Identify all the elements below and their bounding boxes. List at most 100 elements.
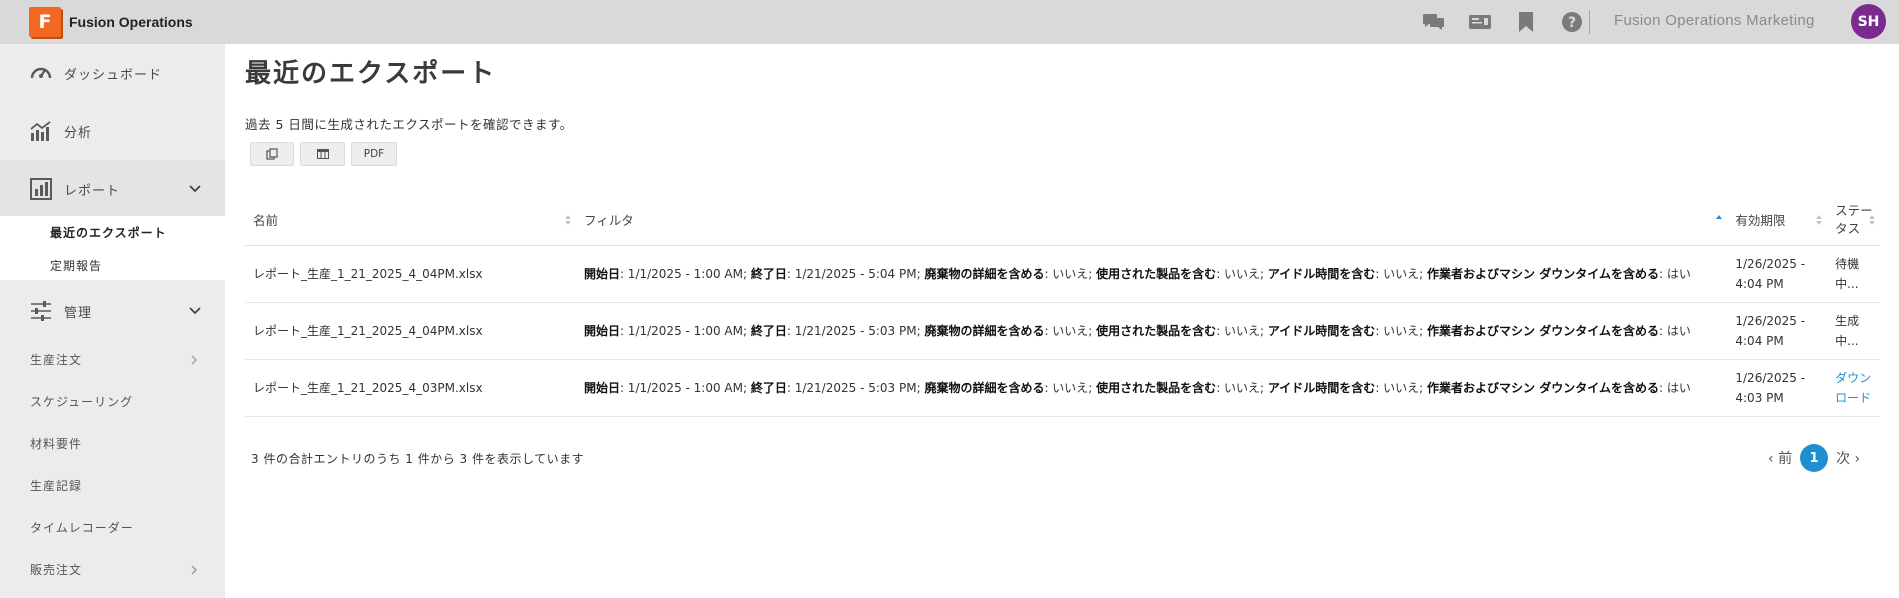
analytics-icon: [30, 121, 51, 141]
pagination: ‹ 前 1 次 ›: [1768, 444, 1860, 472]
status-text: 生成中...: [1835, 313, 1860, 348]
filter-value: : 1/1/2025 - 1:00 AM;: [619, 266, 751, 281]
svg-text:?: ?: [1568, 15, 1576, 31]
cell-filter: 開始日: 1/1/2025 - 1:00 AM; 終了日: 1/21/2025 …: [575, 359, 1728, 417]
chevron-right-icon: [191, 565, 197, 575]
filter-key: 終了日: [750, 323, 787, 338]
cell-filter: 開始日: 1/1/2025 - 1:00 AM; 終了日: 1/21/2025 …: [575, 245, 1728, 303]
filter-key: 使用された製品を含む: [1096, 323, 1217, 338]
filter-key: アイドル時間を含む: [1267, 323, 1376, 338]
sidebar-item-admin[interactable]: 管理: [0, 282, 225, 340]
filter-key: 使用された製品を含む: [1096, 266, 1217, 281]
sidebar-item-dashboard[interactable]: ダッシュボード: [0, 44, 225, 102]
top-icons: ?: [1422, 0, 1584, 44]
filter-value: : 1/21/2025 - 5:03 PM;: [786, 380, 925, 395]
filter-value: : はい: [1658, 266, 1691, 281]
filter-value: : いいえ;: [1044, 380, 1097, 395]
prev-page-button[interactable]: ‹ 前: [1768, 448, 1792, 468]
sidebar-label-analytics: 分析: [64, 125, 93, 141]
top-divider: [1589, 10, 1590, 34]
sidebar-item-time-recorder[interactable]: タイムレコーダー: [30, 519, 134, 536]
filter-key: 開始日: [583, 266, 620, 281]
filter-value: : 1/1/2025 - 1:00 AM;: [619, 323, 751, 338]
next-label: 次: [1836, 451, 1851, 467]
top-bar: F Fusion Operations ? Fusion Operations …: [0, 0, 1899, 44]
cell-status: 生成中...: [1827, 302, 1880, 360]
sidebar-item-scheduling[interactable]: スケジューリング: [30, 393, 133, 410]
sort-icon: [1869, 215, 1875, 225]
filter-key: 廃棄物の詳細を含める: [924, 380, 1045, 395]
filter-key: 終了日: [750, 380, 787, 395]
sidebar-item-material-requirements[interactable]: 材料要件: [30, 435, 82, 452]
column-header-filter[interactable]: フィルタ: [575, 195, 1728, 246]
sidebar-item-recent-exports[interactable]: 最近のエクスポート: [50, 224, 167, 241]
csv-button[interactable]: [300, 142, 345, 166]
filter-key: 作業者およびマシン ダウンタイムを含める: [1427, 266, 1659, 281]
filter-key: 廃棄物の詳細を含める: [924, 266, 1045, 281]
sliders-icon: [31, 301, 51, 321]
table-body: レポート_生産_1_21_2025_4_04PM.xlsx 開始日: 1/1/20…: [245, 245, 1880, 417]
expires-value: 1/26/2025 - 4:04 PM: [1735, 313, 1806, 348]
filter-value: : はい: [1658, 380, 1691, 395]
dashboard-icon: [30, 67, 52, 79]
sort-asc-icon: [1716, 215, 1723, 219]
sort-icon: [1816, 215, 1823, 225]
filter-value: : いいえ;: [1216, 266, 1268, 281]
sidebar-item-production-records[interactable]: 生産記録: [30, 477, 82, 494]
sidebar: ダッシュボード 分析 レポート 最近のエクスポート 定期報告 管理 生産注文 ス…: [0, 44, 225, 598]
table-info: 3 件の合計エントリのうち 1 件から 3 件を表示しています: [251, 452, 585, 466]
app-title[interactable]: Fusion Operations: [69, 14, 193, 30]
prev-label: 前: [1778, 451, 1793, 467]
chat-icon[interactable]: [1422, 10, 1446, 34]
pdf-button[interactable]: PDF: [351, 142, 397, 166]
filter-value: : 1/1/2025 - 1:00 AM;: [619, 380, 751, 395]
sidebar-item-production-orders[interactable]: 生産注文: [30, 351, 82, 368]
cell-expires: 1/26/2025 - 4:03 PM: [1727, 359, 1828, 417]
download-link[interactable]: ダウンロード: [1835, 368, 1875, 408]
expires-value: 1/26/2025 - 4:03 PM: [1735, 370, 1806, 405]
app-logo[interactable]: F: [29, 7, 61, 37]
copy-button[interactable]: [250, 142, 294, 166]
filter-value: : はい: [1658, 323, 1691, 338]
help-icon[interactable]: ?: [1560, 10, 1584, 34]
reports-icon: [30, 178, 52, 200]
sidebar-label-dashboard: ダッシュボード: [64, 67, 163, 83]
cell-name: レポート_生産_1_21_2025_4_03PM.xlsx: [245, 359, 576, 417]
page-title: 最近のエクスポート: [245, 59, 497, 89]
cell-expires: 1/26/2025 - 4:04 PM: [1727, 245, 1828, 303]
exports-table: 名前 フィルタ 有効期限 ステータス レポート_生産_1_21_2025_4_0…: [245, 195, 1880, 417]
sidebar-label-admin: 管理: [64, 305, 93, 321]
sidebar-item-scheduled-reports[interactable]: 定期報告: [50, 257, 102, 274]
filter-value: : 1/21/2025 - 5:04 PM;: [786, 266, 925, 281]
next-page-button[interactable]: 次 ›: [1836, 448, 1860, 468]
bookmark-icon[interactable]: [1514, 10, 1538, 34]
column-header-expires[interactable]: 有効期限: [1727, 195, 1828, 246]
avatar[interactable]: SH: [1851, 4, 1886, 39]
sidebar-item-reports[interactable]: レポート: [0, 160, 225, 218]
table-row: レポート_生産_1_21_2025_4_04PM.xlsx 開始日: 1/1/20…: [245, 245, 1880, 303]
column-label-expires: 有効期限: [1735, 213, 1786, 229]
chevron-down-icon: [189, 185, 201, 193]
export-buttons: PDF: [250, 142, 397, 166]
chevron-down-icon: [189, 307, 201, 315]
column-label-filter: フィルタ: [583, 213, 634, 229]
filter-value: : いいえ;: [1375, 266, 1428, 281]
filter-key: 廃棄物の詳細を含める: [924, 323, 1045, 338]
column-header-status[interactable]: ステータス: [1827, 195, 1880, 246]
sidebar-item-sales-orders[interactable]: 販売注文: [30, 561, 82, 578]
org-name[interactable]: Fusion Operations Marketing: [1614, 12, 1815, 29]
chevron-right-icon: [191, 355, 197, 365]
table-row: レポート_生産_1_21_2025_4_04PM.xlsx 開始日: 1/1/20…: [245, 302, 1880, 360]
filter-key: 作業者およびマシン ダウンタイムを含める: [1427, 380, 1659, 395]
column-header-name[interactable]: 名前: [245, 195, 576, 246]
sort-icon: [564, 215, 571, 225]
page-subtitle: 過去 5 日間に生成されたエクスポートを確認できます。: [245, 117, 573, 132]
filter-key: 開始日: [583, 323, 620, 338]
cell-name: レポート_生産_1_21_2025_4_04PM.xlsx: [245, 245, 576, 303]
sidebar-label-reports: レポート: [64, 183, 121, 199]
sidebar-item-analytics[interactable]: 分析: [0, 102, 225, 160]
page-number-current[interactable]: 1: [1800, 444, 1829, 472]
status-text: 待機中...: [1835, 256, 1860, 291]
id-card-icon[interactable]: [1468, 10, 1492, 34]
filter-value: : いいえ;: [1375, 380, 1428, 395]
